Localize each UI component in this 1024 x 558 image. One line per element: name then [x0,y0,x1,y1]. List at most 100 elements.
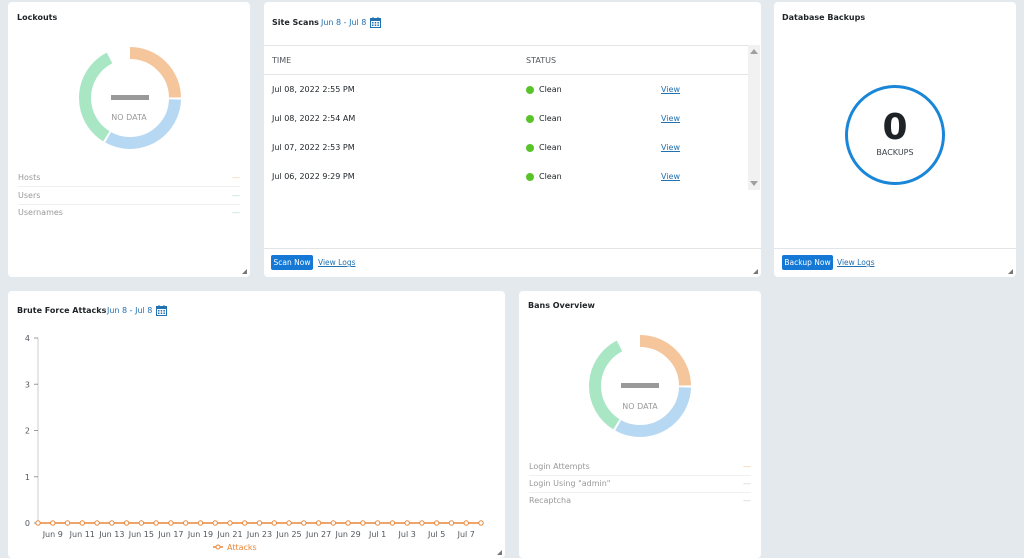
x-tick-label: Jun 9 [42,530,63,539]
table-row: Jul 06, 2022 9:29 PM Clean View [264,162,748,191]
bans-overview-card: Bans Overview NO DATA Login Attempts — L… [519,291,761,558]
scan-scrollbar[interactable] [748,45,760,190]
status-dot-icon [526,144,534,152]
status-dot-icon [526,115,534,123]
site-scans-title: Site Scans [272,18,319,27]
resize-handle-icon[interactable] [753,269,758,274]
backup-now-button[interactable]: Backup Now [782,255,833,270]
y-tick-label: 4 [25,334,30,343]
brute-force-line-chart: 0 1 2 3 4 Jun 9 Jun 11 Jun 13 Jun 15 Jun 17 Jun 19… [25,334,484,552]
view-scan-link[interactable]: View [661,172,680,181]
legend-label: Attacks [227,543,257,552]
scan-time: Jul 06, 2022 9:29 PM [272,172,355,181]
data-point [168,520,174,526]
scan-time: Jul 07, 2022 2:53 PM [272,143,355,152]
x-tick-label: Jun 13 [98,530,124,539]
x-tick-label: Jul 3 [398,530,416,539]
data-point [227,520,233,526]
legend-value: — [232,191,240,200]
scan-time: Jul 08, 2022 2:55 PM [272,85,355,94]
resize-handle-icon[interactable] [242,269,247,274]
x-tick-label: Jul 7 [457,530,475,539]
scan-table-header: TIME STATUS [264,45,748,75]
data-point [123,520,130,526]
database-backups-card: Database Backups 0 BACKUPS Backup Now Vi… [774,2,1016,277]
backups-title: Database Backups [782,13,866,22]
x-tick-label: Jun 17 [157,530,183,539]
x-tick-label: Jun 27 [305,530,331,539]
legend-row-login-attempts: Login Attempts — [529,462,751,476]
data-point [360,520,366,526]
legend-label: Usernames [18,208,63,217]
data-point [35,520,41,526]
brute-force-card: Brute Force Attacks Jun 8 - Jul 8 01234J… [8,291,505,558]
table-row: Jul 08, 2022 2:55 PM Clean View [264,75,748,104]
x-tick-label: Jun 15 [128,530,154,539]
data-point [404,520,410,526]
scan-status: Clean [539,172,562,181]
data-point [330,520,337,526]
x-tick-label: Jun 19 [187,530,213,539]
calendar-icon[interactable] [370,17,382,28]
data-point [271,520,277,526]
data-point [94,520,100,526]
scan-status: Clean [539,143,562,152]
legend-row-usernames: Usernames — [18,208,240,221]
x-tick-label: Jun 21 [216,530,242,539]
bans-donut-chart [589,335,691,437]
data-point [256,520,263,526]
data-point [286,520,292,526]
view-scan-link[interactable]: View [661,143,680,152]
data-point [389,520,396,526]
view-scan-link[interactable]: View [661,85,680,94]
legend-value: — [743,479,751,488]
data-point [301,520,307,526]
legend-value: — [232,173,240,182]
legend-label: Login Using "admin" [529,479,611,488]
legend-marker-icon [215,544,221,550]
status-dot-icon [526,86,534,94]
data-point [419,520,425,526]
data-point [434,520,440,526]
bans-no-data: NO DATA [622,402,658,411]
table-row: Jul 07, 2022 2:53 PM Clean View [264,133,748,162]
resize-handle-icon[interactable] [497,550,502,555]
col-time: TIME [272,56,292,65]
data-point [153,520,159,526]
resize-handle-icon[interactable] [1008,269,1013,274]
data-point [197,520,204,526]
data-point [212,520,218,526]
scan-time: Jul 08, 2022 2:54 AM [272,114,356,123]
legend-label: Hosts [18,173,41,182]
table-row: Jul 08, 2022 2:54 AM Clean View [264,104,748,133]
backup-view-logs-link[interactable]: View Logs [837,258,875,267]
site-scans-date-range[interactable]: Jun 8 - Jul 8 [321,17,382,28]
scan-status: Clean [539,85,562,94]
legend-row-hosts: Hosts — [18,173,240,187]
scroll-up-icon[interactable] [750,49,758,54]
scan-status: Clean [539,114,562,123]
x-tick-label: Jul 5 [427,530,445,539]
legend-label: Users [18,191,41,200]
backups-count-circle: 0 BACKUPS [845,85,945,185]
scan-now-button[interactable]: Scan Now [271,255,313,270]
data-point [109,520,115,526]
data-point [138,520,145,526]
x-tick-label: Jun 25 [275,530,301,539]
data-point [182,520,189,526]
y-tick-label: 1 [25,473,30,482]
x-tick-label: Jun 11 [69,530,95,539]
data-point [478,520,484,526]
lockouts-donut-chart [79,47,181,149]
data-point [345,520,351,526]
x-tick-label: Jun 23 [246,530,272,539]
scan-view-logs-link[interactable]: View Logs [318,258,356,267]
bans-title: Bans Overview [528,301,595,310]
status-dot-icon [526,173,534,181]
backups-count: 0 [882,107,908,148]
legend-value: — [743,496,751,505]
scroll-down-icon[interactable] [750,181,758,186]
y-tick-label: 0 [25,519,30,528]
view-scan-link[interactable]: View [661,114,680,123]
data-point [79,520,86,526]
